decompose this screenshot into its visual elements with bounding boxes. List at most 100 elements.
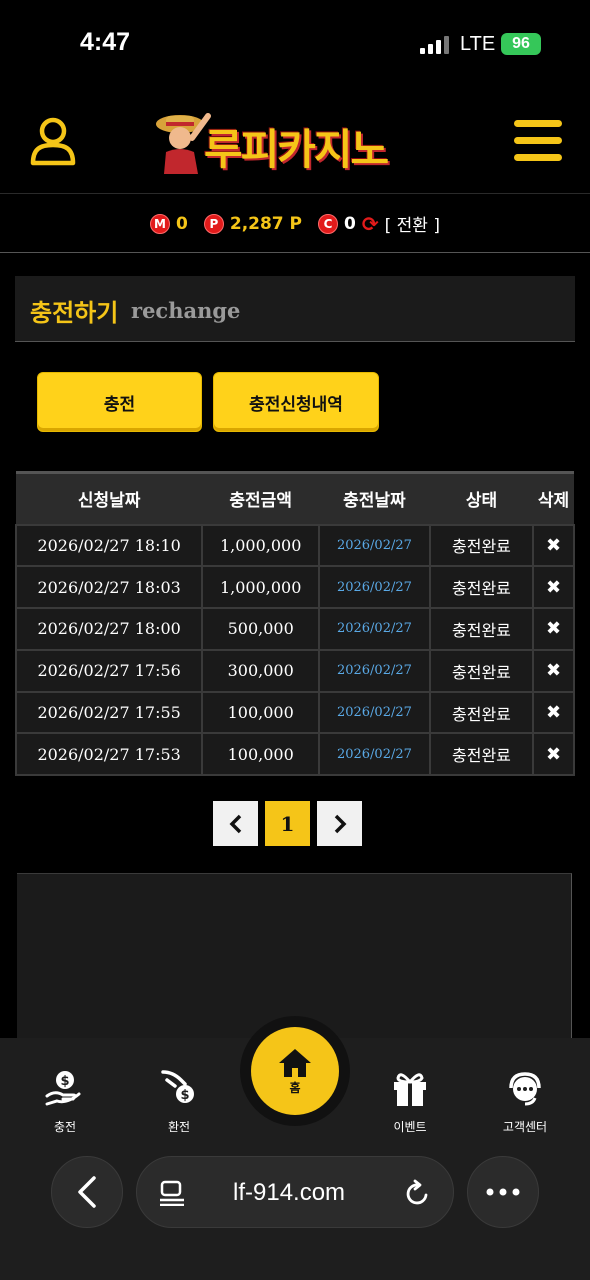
col-charge-date: 충전날짜 [319,471,430,525]
balance-row: M 0 P 2,287 P C 0 ⟳ [ 전환 ] [0,195,590,253]
delete-icon[interactable]: ✖ [532,648,575,693]
browser-more-button[interactable] [467,1156,539,1228]
delete-icon[interactable]: ✖ [532,690,575,735]
user-icon[interactable] [30,116,76,166]
svg-text:$: $ [60,1074,69,1089]
col-delete: 삭제 [533,471,574,525]
pagination: 1 [213,801,362,846]
address-bar[interactable]: lf-914.com [136,1156,454,1228]
casino-balance: 0 [344,213,356,234]
status-bar: 4:47 LTE 96 [0,0,590,90]
table-row: 2026/02/27 18:10 1,000,000 2026/02/27 충전… [14,523,575,568]
request-date-cell: 2026/02/27 17:55 [14,690,204,735]
deposit-hand-coin-icon: $ [25,1066,105,1110]
status-cell: 충전완료 [428,607,535,651]
charge-date-cell: 2026/02/27 [318,565,431,610]
table-row: 2026/02/27 17:53 100,000 2026/02/27 충전완료… [14,732,575,777]
hamburger-menu-icon[interactable] [514,120,562,162]
status-cell: 충전완료 [428,648,535,693]
money-coin-icon: M [150,213,171,234]
refresh-icon[interactable]: ⟳ [362,212,379,236]
nav-event[interactable]: 이벤트 [370,1066,450,1135]
header: 루피카지노 [0,90,590,194]
page-1-button[interactable]: 1 [265,801,310,846]
request-date-cell: 2026/02/27 18:00 [14,607,204,651]
charge-date-cell: 2026/02/27 [318,607,431,651]
charge-history-table: 신청날짜 충전금액 충전날짜 상태 삭제 2026/02/27 18:10 1,… [14,471,575,777]
page-menu-icon[interactable] [159,1180,185,1206]
casino-coin-icon: C [318,213,339,234]
point-coin-icon: P [203,213,224,234]
amount-cell: 300,000 [201,648,321,693]
logo-character-icon [156,113,211,174]
table-header-row: 신청날짜 충전금액 충전날짜 상태 삭제 [16,471,574,525]
prev-page-button[interactable] [213,801,258,846]
charge-button[interactable]: 충전 [37,372,202,432]
section-title: 충전하기 rechange [15,276,575,342]
battery-icon: 96 [501,33,541,55]
delete-icon[interactable]: ✖ [532,523,575,568]
browser-bar: lf-914.com [0,1156,590,1232]
svg-text:$: $ [180,1088,189,1103]
charge-date-cell: 2026/02/27 [318,523,431,568]
amount-cell: 100,000 [201,690,321,735]
status-cell: 충전완료 [428,690,535,735]
home-button[interactable]: 홈 [251,1027,339,1115]
home-label: 홈 [289,1080,301,1095]
nav-withdraw[interactable]: $ 환전 [139,1066,219,1135]
convert-button[interactable]: [ 전환 ] [385,211,440,236]
nav-support[interactable]: 고객센터 [485,1066,565,1135]
network-label: LTE [460,33,496,55]
reload-icon[interactable] [405,1179,431,1207]
url-text: lf-914.com [233,1179,346,1206]
more-dots-icon [486,1188,520,1196]
table-row: 2026/02/27 18:00 500,000 2026/02/27 충전완료… [14,607,575,651]
amount-cell: 1,000,000 [201,565,321,610]
withdraw-hand-coin-icon: $ [139,1066,219,1110]
chevron-left-icon [78,1176,96,1208]
request-date-cell: 2026/02/27 17:53 [14,732,204,777]
table-row: 2026/02/27 18:03 1,000,000 2026/02/27 충전… [14,565,575,610]
status-cell: 충전완료 [428,732,535,777]
amount-cell: 100,000 [201,732,321,777]
amount-cell: 500,000 [201,607,321,651]
status-cell: 충전완료 [428,565,535,610]
logo[interactable]: 루피카지노 [152,108,442,174]
section-title-en: rechange [131,298,241,323]
charge-date-cell: 2026/02/27 [318,648,431,693]
section-title-ko: 충전하기 [30,299,119,327]
delete-icon[interactable]: ✖ [532,732,575,777]
status-time: 4:47 [80,28,131,56]
charge-date-cell: 2026/02/27 [318,732,431,777]
battery-level: 96 [512,35,530,52]
nav-support-label: 고객센터 [502,1120,548,1134]
status-cell: 충전완료 [428,523,535,568]
table-row: 2026/02/27 17:55 100,000 2026/02/27 충전완료… [14,690,575,735]
charge-date-cell: 2026/02/27 [318,690,431,735]
col-status: 상태 [429,471,534,525]
col-amount: 충전금액 [202,471,320,525]
delete-icon[interactable]: ✖ [532,565,575,610]
request-date-cell: 2026/02/27 18:03 [14,565,204,610]
next-page-button[interactable] [317,801,362,846]
request-date-cell: 2026/02/27 17:56 [14,648,204,693]
nav-event-label: 이벤트 [393,1120,427,1134]
home-button-wrap: 홈 [240,1016,350,1126]
nav-deposit-label: 충전 [53,1120,77,1134]
delete-icon[interactable]: ✖ [532,607,575,651]
chevron-left-icon [229,814,241,833]
col-request-date: 신청날짜 [16,471,203,525]
logo-text: 루피카지노 [204,125,389,174]
browser-back-button[interactable] [51,1156,123,1228]
headset-chat-icon [485,1066,565,1110]
signal-icon [420,36,449,54]
point-balance: 2,287 P [229,213,303,234]
money-balance: 0 [176,213,188,234]
nav-deposit[interactable]: $ 충전 [25,1066,105,1135]
chevron-right-icon [334,814,346,833]
amount-cell: 1,000,000 [201,523,321,568]
charge-history-button[interactable]: 충전신청내역 [213,372,379,432]
request-date-cell: 2026/02/27 18:10 [14,523,204,568]
nav-withdraw-label: 환전 [167,1120,191,1134]
table-row: 2026/02/27 17:56 300,000 2026/02/27 충전완료… [14,648,575,693]
